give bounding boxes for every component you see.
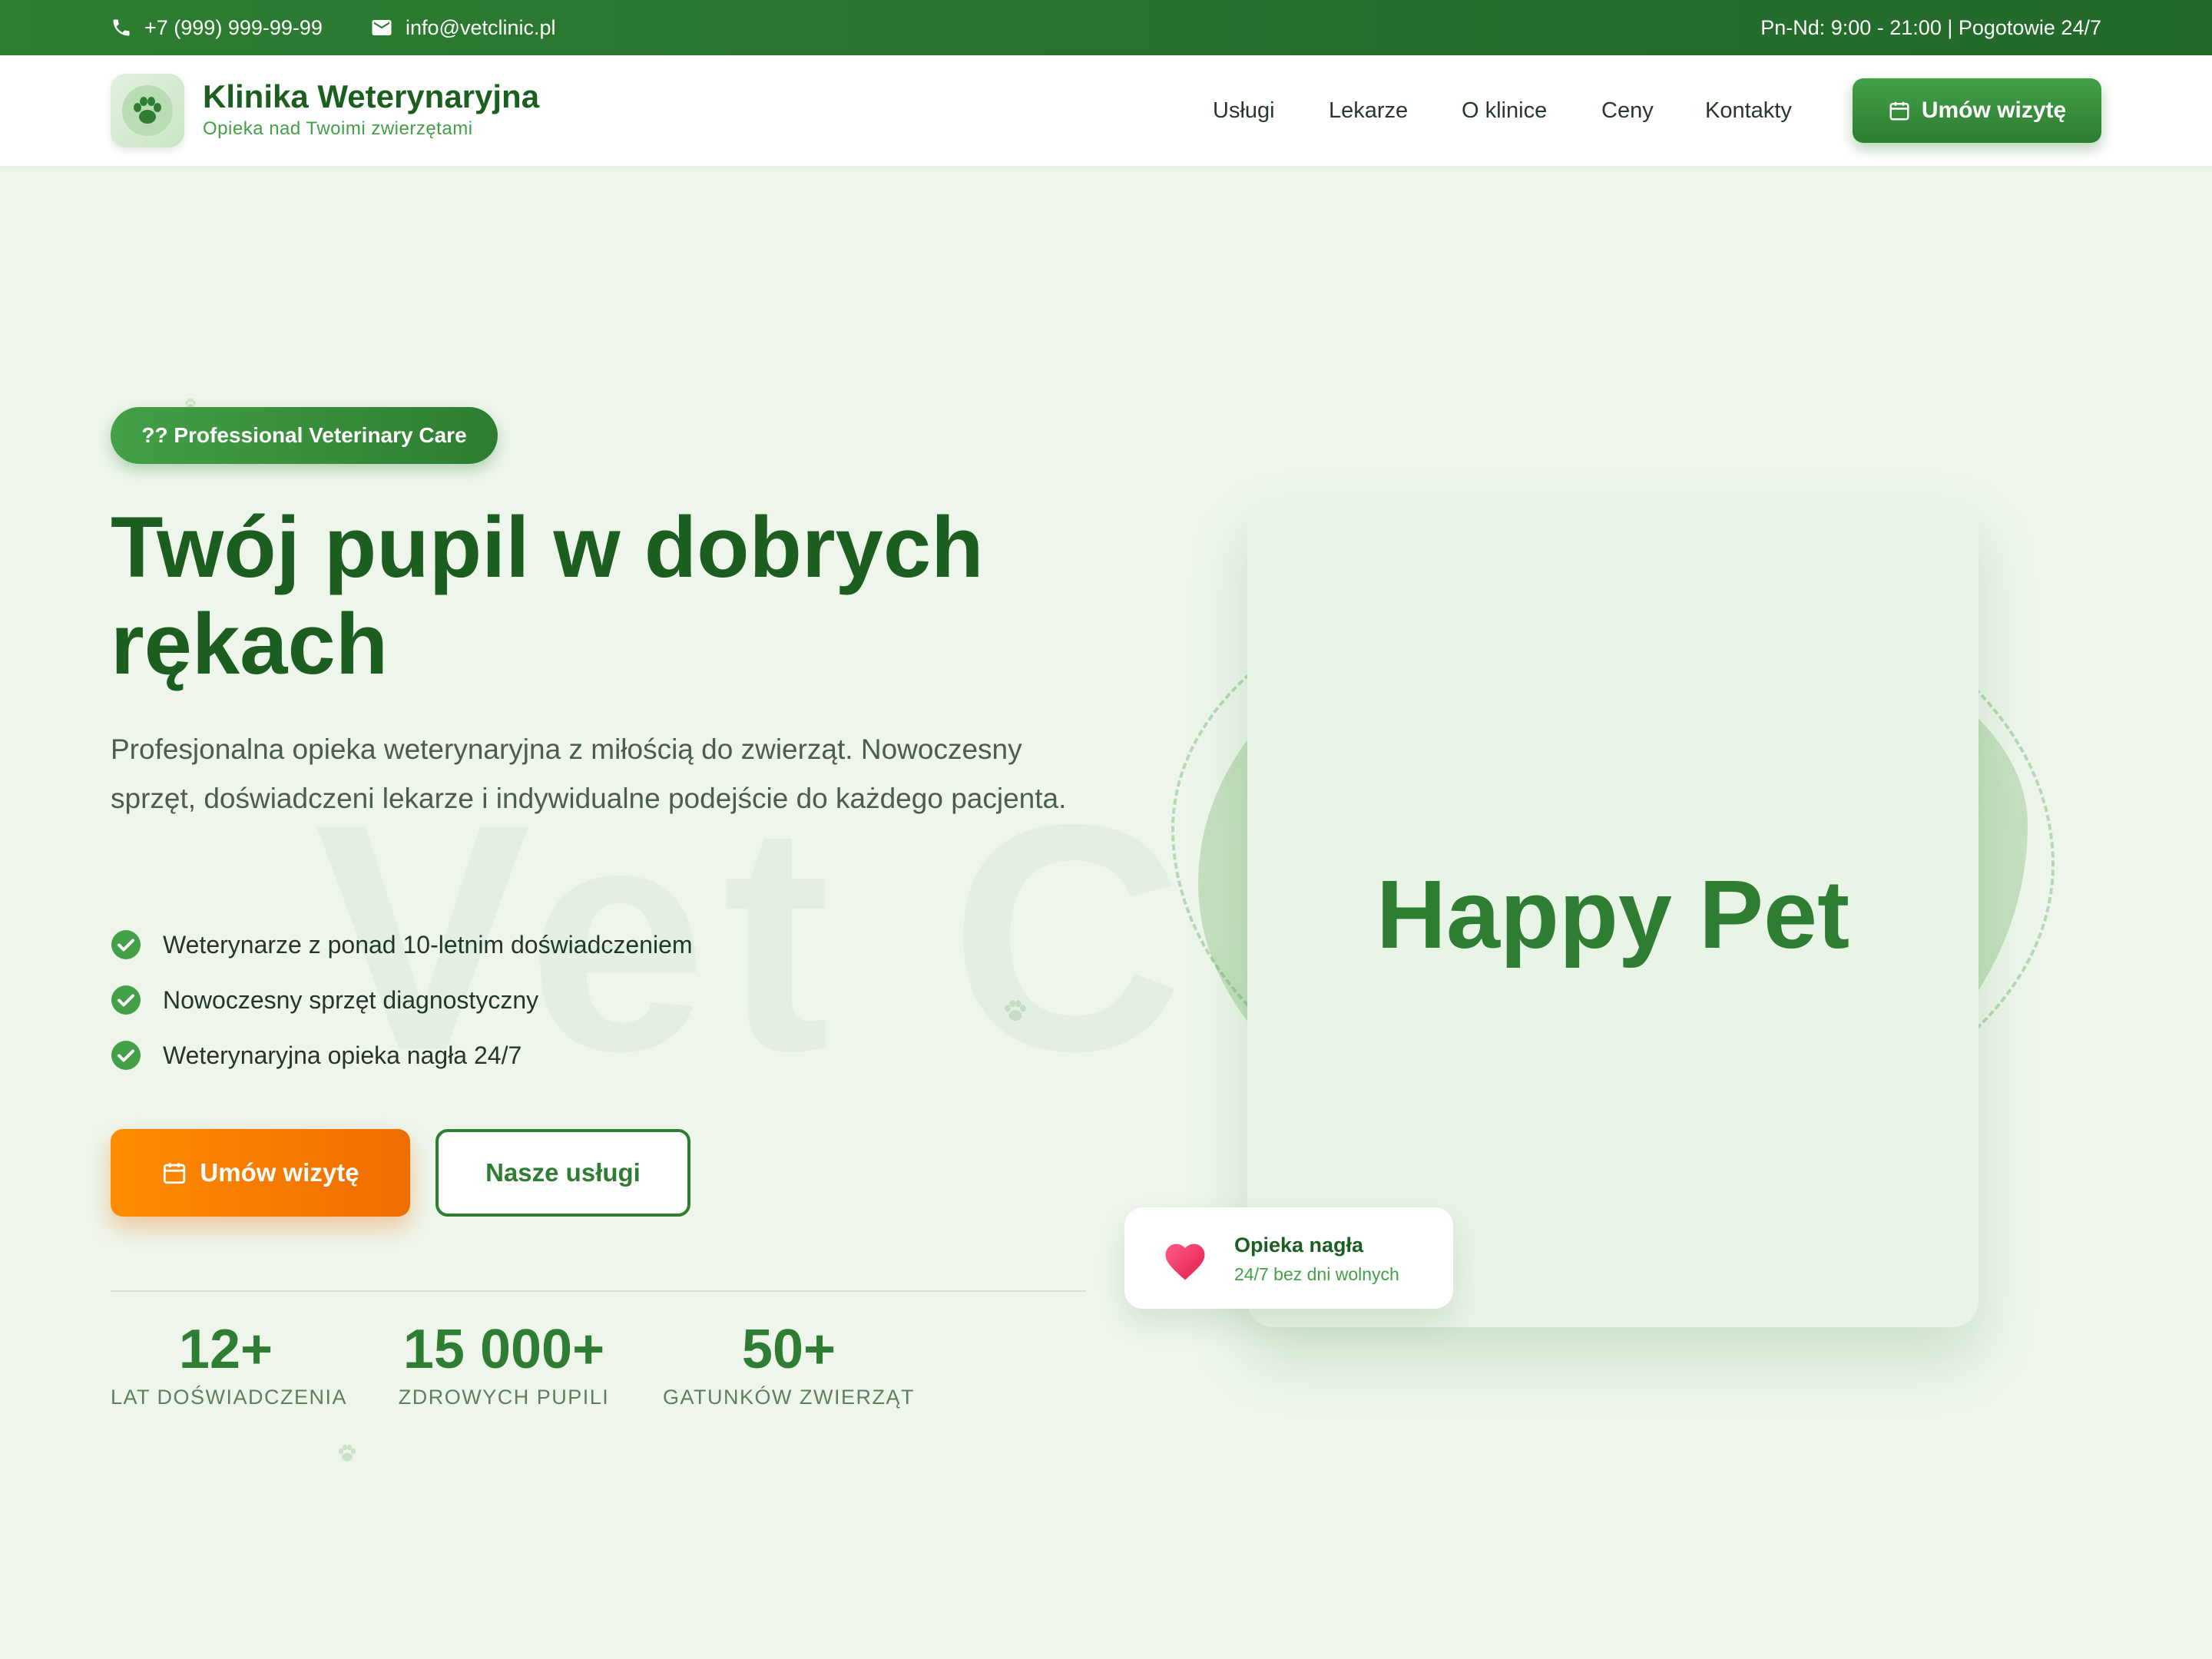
header-book-appointment-button[interactable]: Umów wizytę xyxy=(1853,78,2101,143)
hero-image-card: Happy Pet xyxy=(1247,498,1979,1327)
paw-decoration-icon xyxy=(1005,1000,1026,1022)
hero-image-text: Happy Pet xyxy=(1376,860,1850,969)
calendar-icon xyxy=(1889,101,1909,121)
opening-hours: Pn-Nd: 9:00 - 21:00 | Pogotowie 24/7 xyxy=(1760,15,2101,39)
brand-subtitle: Opieka nad Twoimi zwierzętami xyxy=(203,118,473,139)
paw-icon xyxy=(134,97,161,124)
emergency-title: Opieka nagła xyxy=(1234,1233,1364,1257)
check-circle-icon xyxy=(111,1041,141,1070)
stat-label: GATUNKÓW ZWIERZĄT xyxy=(663,1386,915,1409)
nav-item-uslugi[interactable]: Usługi xyxy=(1213,98,1275,124)
phone-contact[interactable]: +7 (999) 999-99-99 xyxy=(111,0,323,55)
email-address: info@vetclinic.pl xyxy=(406,15,556,39)
mail-icon xyxy=(372,20,392,35)
hero-title: Twój pupil w dobrych rękach xyxy=(111,499,984,692)
stat-value: 15 000+ xyxy=(402,1319,605,1380)
stat-pets: 15 000+ ZDROWYCH PUPILI xyxy=(389,1315,619,1409)
stat-value: 50+ xyxy=(741,1319,836,1380)
nav-item-ceny[interactable]: Ceny xyxy=(1601,98,1654,124)
top-info-bar: +7 (999) 999-99-99 info@vetclinic.pl Pn-… xyxy=(0,0,2212,55)
our-services-button[interactable]: Nasze usługi xyxy=(435,1129,690,1217)
feature-item: Nowoczesny sprzęt diagnostyczny xyxy=(111,972,693,1028)
stats-divider xyxy=(111,1290,1086,1292)
stat-value: 12+ xyxy=(178,1319,273,1380)
feature-text: Weterynaryjna opieka nagła 24/7 xyxy=(163,1041,522,1069)
emergency-subtitle: 24/7 bez dni wolnych xyxy=(1234,1264,1399,1284)
stat-species: 50+ GATUNKÓW ZWIERZĄT xyxy=(662,1315,916,1409)
phone-number: +7 (999) 999-99-99 xyxy=(144,15,323,39)
email-contact[interactable]: info@vetclinic.pl xyxy=(370,0,556,55)
header-cta-label: Umów wizytę xyxy=(1921,98,2067,123)
hero-description: Profesjonalna opieka weterynaryjna z mił… xyxy=(111,733,1067,814)
feature-item: Weterynaryjna opieka nagła 24/7 xyxy=(111,1028,693,1083)
stat-label: LAT DOŚWIADCZENIA xyxy=(111,1386,348,1409)
phone-icon xyxy=(113,19,130,36)
brand-title[interactable]: Klinika Weterynaryjna xyxy=(203,78,539,115)
nav-item-lekarze[interactable]: Lekarze xyxy=(1329,98,1408,124)
stat-label: ZDROWYCH PUPILI xyxy=(398,1386,610,1409)
hero-badge: ?? Professional Veterinary Care xyxy=(111,407,498,464)
stat-years: 12+ LAT DOŚWIADCZENIA xyxy=(111,1315,348,1409)
check-circle-icon xyxy=(111,985,141,1015)
nav-item-o-klinice[interactable]: O klinice xyxy=(1462,98,1547,124)
feature-item: Weterynarze z ponad 10-letnim doświadcze… xyxy=(111,917,693,972)
paw-decoration-icon xyxy=(338,1444,356,1462)
calendar-icon xyxy=(164,1163,186,1184)
feature-text: Weterynarze z ponad 10-letnim doświadcze… xyxy=(163,930,693,959)
emergency-card: Opieka nagła 24/7 bez dni wolnych xyxy=(1124,1207,1453,1309)
feature-list: Weterynarze z ponad 10-letnim doświadcze… xyxy=(111,917,693,1083)
book-appointment-button[interactable]: Umów wizytę xyxy=(111,1129,410,1217)
primary-button-label: Umów wizytę xyxy=(200,1158,359,1187)
logo[interactable] xyxy=(111,74,184,147)
feature-text: Nowoczesny sprzęt diagnostyczny xyxy=(163,985,539,1014)
heart-icon xyxy=(1165,1243,1205,1280)
check-circle-icon xyxy=(111,930,141,959)
nav-item-kontakty[interactable]: Kontakty xyxy=(1705,98,1792,124)
